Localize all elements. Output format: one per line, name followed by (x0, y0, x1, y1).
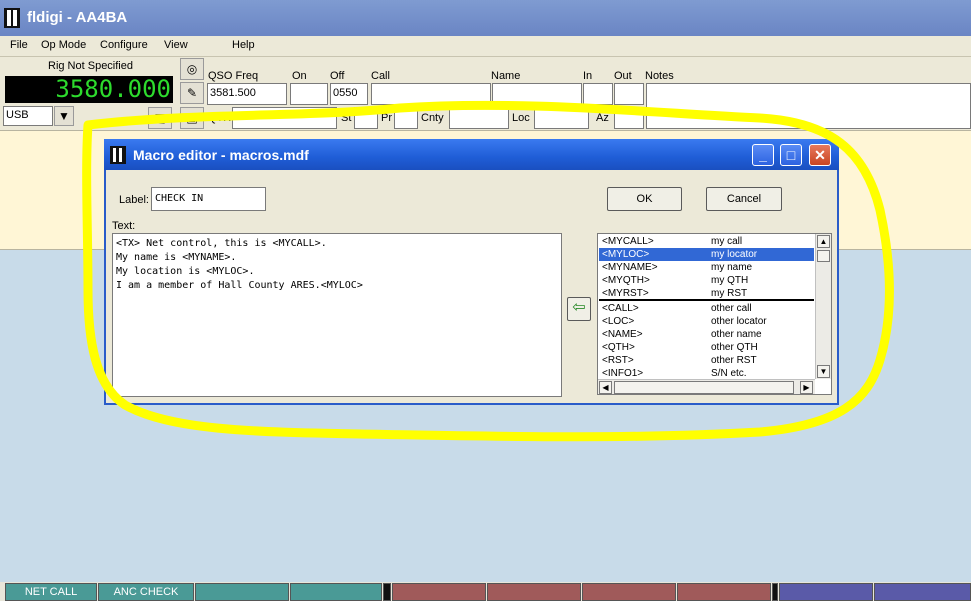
notes-field[interactable] (646, 83, 971, 129)
label-caption: Label: (119, 194, 149, 206)
macro-button-7[interactable] (582, 583, 676, 601)
locator-label: Loc (512, 112, 530, 124)
macro-text-area[interactable]: <TX> Net control, this is <MYCALL>. My n… (112, 233, 562, 397)
province-field[interactable] (394, 107, 418, 129)
time-off-field[interactable]: 0550 (330, 83, 368, 105)
time-on-field[interactable] (290, 83, 328, 105)
state-label: St (341, 112, 352, 124)
macro-button-6[interactable] (487, 583, 581, 601)
list-separator (599, 299, 814, 301)
macro-button-4[interactable] (290, 583, 382, 601)
scroll-left-icon[interactable]: ◀ (599, 381, 612, 394)
rst-in-label: In (583, 70, 593, 82)
county-field[interactable] (449, 107, 509, 129)
qth-label: QTH (208, 112, 232, 124)
scroll-down-icon[interactable]: ▼ (817, 365, 830, 378)
maximize-icon[interactable]: □ (780, 144, 802, 166)
macro-button-2[interactable]: ANC CHECK (98, 583, 194, 601)
menu-configure[interactable]: Configure (100, 39, 148, 51)
label-input[interactable]: CHECK IN (151, 187, 266, 211)
broom-clear-icon[interactable]: ✎ (180, 82, 204, 104)
list-item[interactable]: <LOC> other locator (599, 315, 814, 328)
menu-op-mode[interactable]: Op Mode (41, 39, 86, 51)
cancel-button[interactable]: Cancel (706, 187, 782, 211)
list-item[interactable]: <NAME> other name (599, 328, 814, 341)
notes-label: Notes (645, 70, 674, 82)
minimize-icon[interactable]: _ (752, 144, 774, 166)
macro-button-9[interactable] (779, 583, 873, 601)
menu-bar: File Op Mode Configure View Help (0, 36, 971, 57)
list-item[interactable]: <QTH> other QTH (599, 341, 814, 354)
name-field[interactable] (492, 83, 582, 105)
rst-out-label: Out (614, 70, 632, 82)
mode-select[interactable]: USB (3, 106, 53, 126)
call-label: Call (371, 70, 390, 82)
globe-icon[interactable]: ◎ (180, 58, 204, 80)
county-label: Cnty (421, 112, 444, 124)
scroll-right-icon[interactable]: ▶ (800, 381, 813, 394)
macro-button-5[interactable] (392, 583, 486, 601)
scroll-up-icon[interactable]: ▲ (817, 235, 830, 248)
close-icon[interactable]: ✕ (809, 144, 831, 166)
window-titlebar: fldigi - AA4BA (0, 0, 971, 36)
on-label: On (292, 70, 307, 82)
macro-tag-list[interactable]: <MYCALL> my call <MYLOC> my locator <MYNAM… (597, 233, 832, 395)
rst-out-field[interactable] (614, 83, 644, 105)
mode-dropdown-arrow-icon[interactable]: ▼ (54, 106, 74, 126)
horizontal-scroll-thumb[interactable] (614, 381, 794, 394)
azimuth-label: Az (596, 112, 609, 124)
list-vertical-scrollbar[interactable]: ▲ ▼ (815, 234, 831, 379)
call-field[interactable] (371, 83, 491, 105)
list-icon[interactable]: ▤ (148, 107, 172, 129)
ok-button[interactable]: OK (607, 187, 682, 211)
list-item[interactable]: <RST> other RST (599, 354, 814, 367)
province-label: Pr (381, 112, 392, 124)
macro-button-10[interactable] (874, 583, 971, 601)
menu-help[interactable]: Help (232, 39, 255, 51)
qso-freq-label: QSO Freq (208, 70, 259, 82)
rst-in-field[interactable] (583, 83, 613, 105)
list-item-selected[interactable]: <MYLOC> my locator (599, 248, 814, 261)
dialog-title: Macro editor - macros.mdf (133, 147, 309, 163)
off-label: Off (330, 70, 345, 82)
dialog-app-icon (110, 146, 126, 164)
save-icon[interactable]: ▣ (180, 107, 204, 129)
qso-freq-field[interactable]: 3581.500 (207, 83, 287, 105)
waterfall-scale (0, 601, 971, 609)
text-caption: Text: (112, 220, 136, 232)
menu-file[interactable]: File (10, 39, 28, 51)
list-horizontal-scrollbar[interactable]: ◀ ▶ (598, 379, 815, 394)
azimuth-field[interactable] (614, 107, 644, 129)
macro-button-8[interactable] (677, 583, 771, 601)
list-item[interactable]: <MYCALL> my call (599, 235, 814, 248)
macro-button-3[interactable] (195, 583, 289, 601)
insert-arrow-icon[interactable]: ⇦ (567, 297, 591, 321)
menu-view[interactable]: View (164, 39, 188, 51)
qth-field[interactable] (232, 107, 337, 129)
fldigi-app-icon (4, 8, 20, 28)
list-item[interactable]: <CALL> other call (599, 302, 814, 315)
log-panel: Rig Not Specified 3580.000 USB ▼ ◎ ✎ ▤ ▣… (0, 57, 971, 130)
frequency-display[interactable]: 3580.000 (5, 76, 173, 103)
macro-divider-2 (772, 583, 778, 601)
list-item[interactable]: <MYNAME> my name (599, 261, 814, 274)
macro-divider (383, 583, 391, 601)
state-field[interactable] (354, 107, 378, 129)
name-label: Name (491, 70, 521, 82)
scroll-thumb[interactable] (817, 250, 830, 262)
list-item[interactable]: <MYQTH> my QTH (599, 274, 814, 287)
window-title: fldigi - AA4BA (27, 9, 128, 26)
rig-label: Rig Not Specified (48, 60, 133, 72)
macro-button-1[interactable]: NET CALL (5, 583, 97, 601)
locator-field[interactable] (534, 107, 589, 129)
